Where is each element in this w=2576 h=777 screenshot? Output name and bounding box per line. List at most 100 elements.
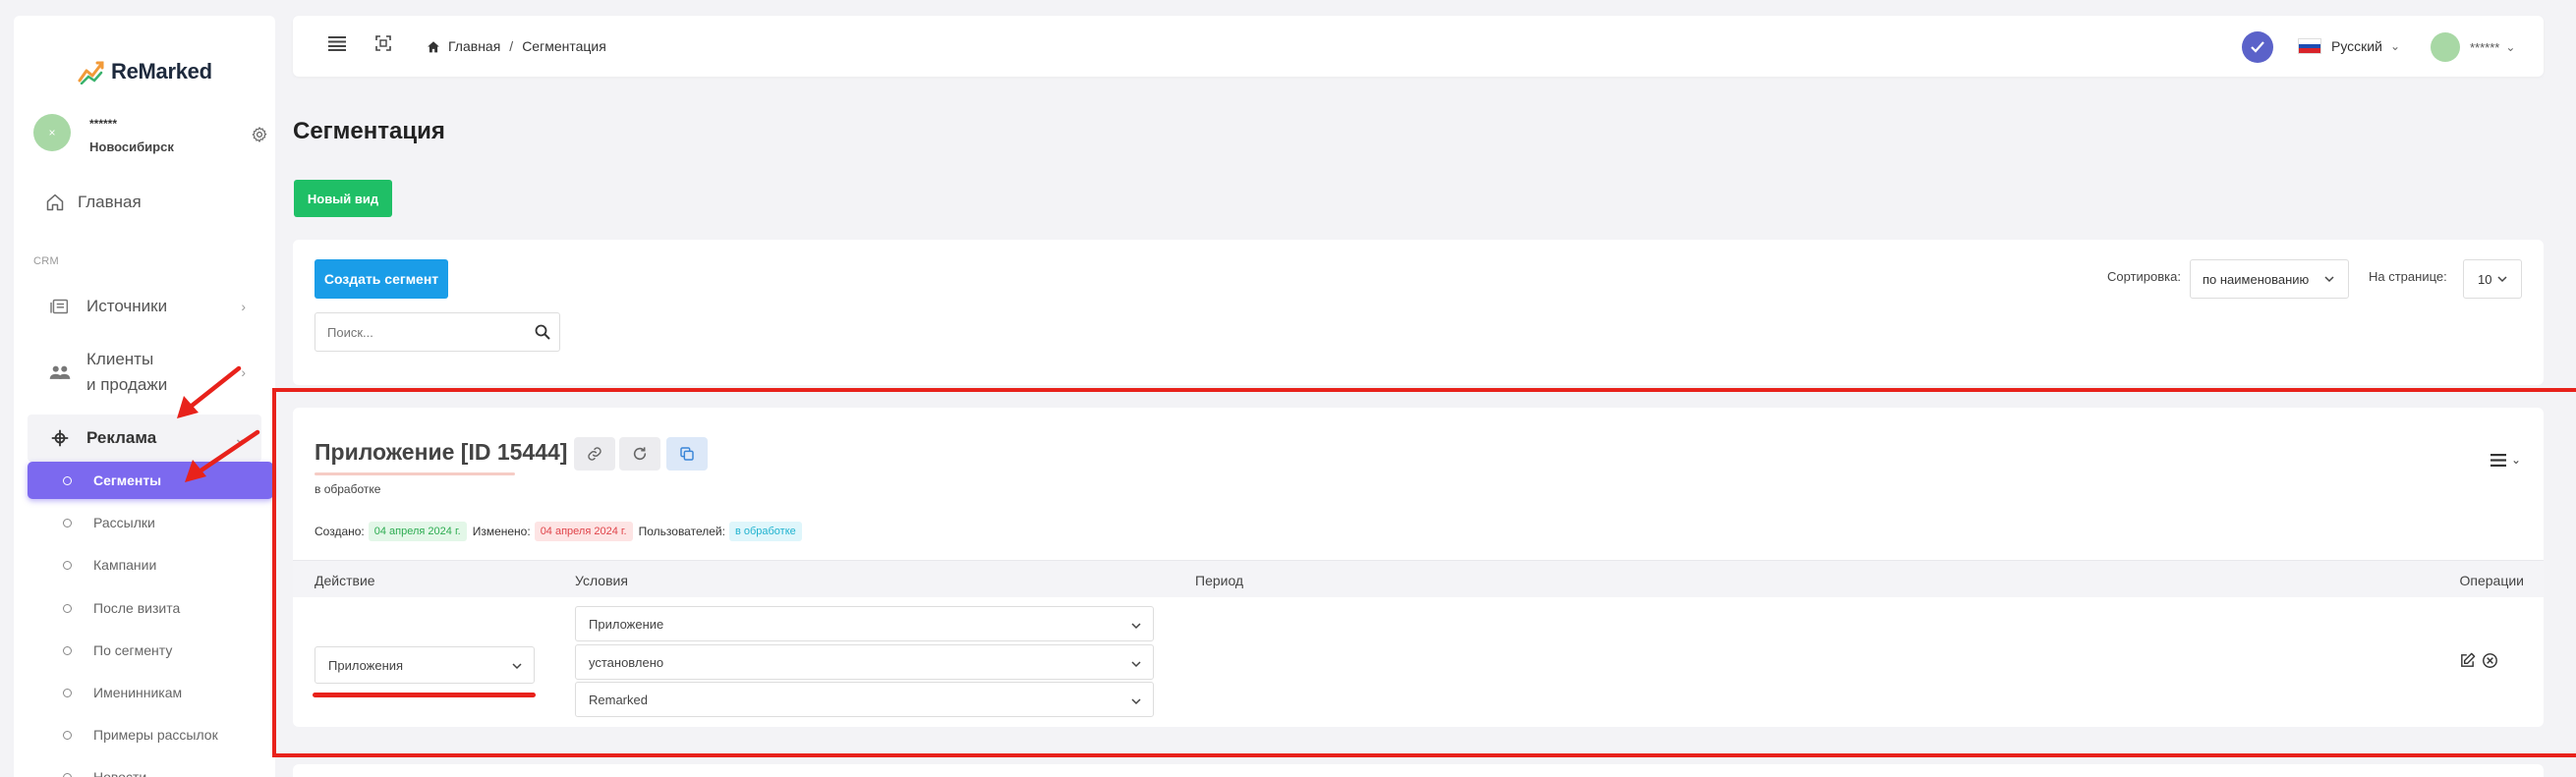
user-menu-name: ******: [2470, 39, 2500, 55]
users-label: Пользователей:: [638, 525, 725, 538]
home-icon: [46, 194, 64, 211]
sidebar-subitem-label: Именинникам: [93, 685, 183, 700]
users-status-badge: в обработке: [728, 522, 802, 541]
chevron-down-icon: [2324, 276, 2334, 283]
russia-flag-icon: [2298, 38, 2321, 54]
chevron-down-icon: [512, 663, 522, 670]
create-segment-button[interactable]: Создать сегмент: [315, 259, 448, 299]
column-header-conditions: Условия: [575, 573, 628, 588]
refresh-icon: [633, 447, 647, 461]
sidebar-item-label: Клиенты: [86, 350, 154, 368]
circle-icon: [63, 560, 72, 570]
chevron-down-icon: ⌄: [234, 429, 246, 446]
circle-icon: [63, 518, 72, 527]
delete-circle-icon[interactable]: [2482, 652, 2498, 669]
sidebar-subitem-label: Сегменты: [93, 472, 162, 488]
chevron-down-icon: [2497, 276, 2507, 283]
per-page-value: 10: [2478, 271, 2492, 287]
sidebar: ReMarked × ****** Новосибирск Главная CR…: [14, 16, 275, 777]
hamburger-menu-icon[interactable]: [328, 35, 346, 51]
search-icon: [535, 324, 550, 340]
created-date-badge: 04 апреля 2024 г.: [368, 522, 467, 541]
condition-select-state[interactable]: установлено: [575, 644, 1154, 680]
sidebar-subitem-news[interactable]: Новости: [28, 758, 273, 777]
sidebar-subitem-label: После визита: [93, 600, 181, 616]
segment-title: Приложение [ID 15444]: [315, 439, 568, 465]
action-select[interactable]: Приложения: [315, 646, 535, 684]
chevron-down-icon: [1131, 623, 1141, 630]
copy-link-button[interactable]: [574, 437, 615, 471]
sidebar-subitem-after-visit[interactable]: После визита: [28, 589, 273, 627]
circle-icon: [63, 603, 72, 613]
segment-status: в обработке: [315, 482, 381, 496]
sidebar-subitem-campaigns[interactable]: Кампании: [28, 546, 273, 583]
sidebar-item-sources[interactable]: Источники ›: [28, 295, 261, 318]
language-selector[interactable]: Русский ⌄: [2298, 38, 2400, 54]
sidebar-subitem-segments[interactable]: Сегменты: [28, 462, 273, 499]
edit-icon[interactable]: [2459, 652, 2476, 669]
column-header-period: Период: [1195, 573, 1244, 588]
sidebar-item-ads[interactable]: Реклама ⌄: [28, 415, 261, 462]
circle-icon: [63, 645, 72, 655]
user-menu[interactable]: ****** ⌄: [2431, 32, 2515, 62]
sidebar-subitem-label: Примеры рассылок: [93, 727, 218, 743]
modified-label: Изменено:: [472, 525, 531, 538]
sidebar-subitem-birthdays[interactable]: Именинникам: [28, 674, 273, 711]
new-view-button[interactable]: Новый вид: [294, 180, 392, 217]
language-label: Русский: [2331, 38, 2382, 54]
sidebar-item-label: Реклама: [86, 428, 157, 447]
condition-value: Приложение: [589, 616, 664, 632]
sidebar-subitem-label: Рассылки: [93, 515, 155, 530]
fullscreen-icon[interactable]: [375, 35, 391, 51]
list-menu-icon: [2490, 453, 2506, 467]
condition-value: Remarked: [589, 692, 648, 707]
search-input[interactable]: [327, 324, 526, 340]
sidebar-item-home[interactable]: Главная: [45, 193, 142, 212]
tasks-check-button[interactable]: [2242, 31, 2273, 63]
search-button[interactable]: [526, 324, 559, 340]
home-icon: [428, 40, 439, 52]
avatar[interactable]: ×: [33, 114, 71, 151]
search-box: [315, 312, 560, 352]
per-page-select[interactable]: 10: [2463, 259, 2522, 299]
modified-date-badge: 04 апреля 2024 г.: [534, 522, 633, 541]
condition-select-type[interactable]: Приложение: [575, 606, 1154, 641]
segment-meta: Создано: 04 апреля 2024 г. Изменено: 04 …: [315, 522, 808, 541]
sidebar-subitem-mailings[interactable]: Рассылки: [28, 504, 273, 541]
circle-icon: [63, 688, 72, 697]
chevron-down-icon: ⌄: [2505, 40, 2516, 54]
sidebar-subitem-by-segment[interactable]: По сегменту: [28, 632, 273, 669]
chevron-down-icon: [1131, 661, 1141, 668]
refresh-button[interactable]: [619, 437, 660, 471]
chevron-down-icon: ⌄: [2389, 39, 2401, 53]
duplicate-button[interactable]: [666, 437, 708, 471]
users-icon: [49, 365, 71, 379]
logo-chart-icon: [78, 61, 104, 84]
circle-icon: [63, 730, 72, 740]
avatar: [2431, 32, 2460, 62]
highlight-underline: [313, 693, 536, 697]
circle-icon: [63, 475, 72, 485]
segment-options-menu[interactable]: ⌄: [2490, 453, 2521, 467]
gear-icon[interactable]: [251, 126, 268, 143]
condition-value: установлено: [589, 654, 664, 670]
breadcrumb-separator: /: [509, 38, 514, 54]
sidebar-subitem-label: Кампании: [93, 557, 157, 573]
sidebar-item-clients[interactable]: Клиенты и продажи ›: [28, 348, 261, 397]
brand-logo[interactable]: ReMarked: [78, 59, 212, 84]
sort-value: по наименованию: [2203, 271, 2310, 287]
user-city: Новосибирск: [89, 139, 174, 154]
row-operations: [2459, 652, 2498, 669]
condition-select-app[interactable]: Remarked: [575, 682, 1154, 717]
checkmark-icon: [2251, 41, 2264, 53]
breadcrumb-home-link[interactable]: Главная: [448, 38, 500, 54]
segment-card: Приложение [ID 15444] в обработке Создан…: [293, 408, 2544, 727]
user-name: ******: [89, 117, 118, 131]
sidebar-subitem-label: По сегменту: [93, 642, 173, 658]
sidebar-subitem-examples[interactable]: Примеры рассылок: [28, 716, 273, 753]
sort-select[interactable]: по наименованию: [2190, 259, 2349, 299]
sidebar-item-label: Источники: [86, 297, 168, 315]
sort-label: Сортировка:: [2107, 269, 2181, 284]
created-label: Создано:: [315, 525, 365, 538]
title-underline: [315, 472, 515, 475]
